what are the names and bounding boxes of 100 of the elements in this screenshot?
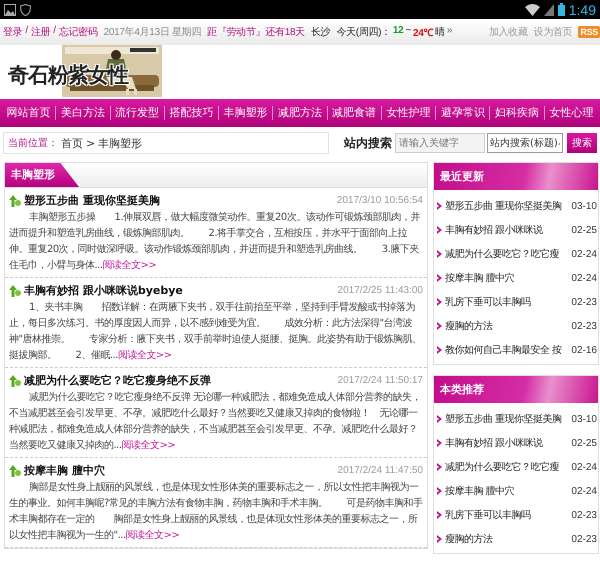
search-scope-select[interactable]: 站内搜索(标题): [487, 133, 563, 153]
chevron-icon: [437, 202, 442, 210]
weather-more-link[interactable]: »: [446, 25, 452, 39]
date-text: 2017年4月13日 星期四: [104, 26, 202, 39]
article-summary: 减肥为什么要吃它？吃它瘦身绝不反弹 无论哪一种减肥法，都难免造成人体部分营养的缺失，不当减肥甚至会引发早更、不孕。减肥吃什么最好？当然要吃又健康又掉肉的食物啦！ 无论哪一种减肥法，都难免造成人体部分营养的缺失，不当减肥甚至会引发早更、不孕。减肥吃什么最好？当然要吃又健康又掉肉的...阅读全文>>: [9, 390, 422, 453]
chevron-icon: [437, 463, 442, 471]
breadcrumb-separator: >: [86, 136, 96, 150]
high-temperature: 24℃: [412, 27, 434, 39]
chevron-icon: [437, 511, 442, 519]
article-title[interactable]: 塑形五步曲 重现你坚挺美胸: [24, 193, 160, 208]
separator: /: [25, 25, 28, 38]
nav-link[interactable]: 流行发型: [110, 106, 165, 120]
nav-link[interactable]: 美白方法: [56, 106, 111, 120]
nav-link[interactable]: 女性心理: [544, 106, 598, 120]
sidebar-article-link[interactable]: 乳房下垂可以丰胸吗: [445, 295, 530, 309]
chevron-icon: [437, 487, 442, 495]
up-arrow-icon: [9, 374, 21, 386]
search-field[interactable]: 请输入关键字: [395, 133, 485, 153]
nav-link[interactable]: 女性护理: [382, 106, 436, 120]
sidebar-article-link[interactable]: 按摩丰胸 膻中穴: [445, 484, 514, 498]
nav-link[interactable]: 丰胸塑形: [219, 106, 274, 120]
chevron-icon: [437, 298, 442, 306]
nav-link[interactable]: 网站首页: [2, 106, 56, 120]
article-title[interactable]: 减肥为什么要吃它？吃它瘦身绝不反弹: [24, 373, 211, 388]
article-summary: 胸部是女性身上靓丽的风景线，也是体现女性形体美的重要标志之一，所以女性把丰胸视为一生的事业。如何丰胸呢?常见的丰胸方法有食物丰胸，药物丰胸和手术丰胸。 可是药物丰胸和手术丰胸都存在一定的 胸部是女性身上靓丽的风景线，也是体现女性形体美的重要标志之一，所以女性把丰胸视为一生的"...阅读全文>>: [9, 480, 423, 543]
read-more-link[interactable]: 阅读全文>>: [118, 350, 172, 361]
sidebar-date: 02-24: [571, 486, 598, 496]
chevron-icon: [437, 322, 442, 330]
low-temperature: 12: [392, 25, 404, 38]
sidebar-article-link[interactable]: 丰胸有妙招 跟小咪咪说: [445, 436, 543, 450]
article-date: 2017/2/24 11:47:50: [338, 465, 423, 476]
wifi-icon: [524, 4, 540, 16]
nav-link[interactable]: 避孕常识: [436, 106, 490, 120]
sidebar-article-link[interactable]: 乳房下垂可以丰胸吗: [445, 508, 530, 522]
section-title: 丰胸塑形: [5, 163, 79, 187]
sidebar-date: 02-24: [571, 272, 598, 284]
sidebar-date: 02-25: [571, 438, 598, 448]
signal-icon: [544, 4, 554, 16]
sidebar-date: 02-23: [571, 296, 598, 308]
breadcrumb-label: 当前位置：: [8, 136, 58, 150]
sidebar-article-link[interactable]: 塑形五步曲 重现你坚挺美胸: [445, 412, 562, 426]
sidebar-date: 02-23: [571, 534, 598, 544]
shield-icon: [20, 4, 31, 16]
panel-title: 最近更新: [434, 163, 598, 190]
nav-link[interactable]: 减肥食谱: [328, 106, 382, 120]
search-button[interactable]: 搜索: [567, 133, 597, 153]
account-link[interactable]: 注册: [30, 25, 50, 39]
sidebar-article-link[interactable]: 减肥为什么要吃它？吃它瘦: [445, 460, 559, 474]
nav-link[interactable]: 搭配技巧: [164, 106, 220, 120]
sidebar-article-link[interactable]: 按摩丰胸 膻中穴: [445, 271, 514, 285]
sidebar-article-link[interactable]: 瘦胸的方法: [445, 532, 492, 546]
chevron-icon: [437, 439, 442, 447]
countdown-text: 距『劳动节』还有18天: [207, 26, 305, 39]
range-separator: ~: [405, 25, 411, 38]
clock-time: 1:49: [568, 2, 596, 18]
chevron-icon: [437, 346, 442, 354]
day-label: 今天(周四)：: [336, 26, 391, 39]
up-arrow-icon: [9, 194, 21, 206]
picture-icon: [4, 4, 16, 16]
nav-link[interactable]: 妇科疾病: [490, 106, 545, 120]
read-more-link[interactable]: 阅读全文>>: [102, 260, 156, 271]
chevron-icon: [437, 535, 442, 543]
battery-icon: [558, 3, 565, 16]
sidebar-article-link[interactable]: 塑形五步曲 重现你坚挺美胸: [445, 199, 562, 213]
account-link[interactable]: 忘记密码: [58, 25, 98, 39]
sidebar-article-link[interactable]: 瘦胸的方法: [445, 319, 492, 333]
article-title[interactable]: 按摩丰胸 膻中穴: [24, 463, 105, 478]
breadcrumb-link[interactable]: 丰胸塑形: [98, 136, 142, 150]
sidebar-date: 03-10: [571, 414, 598, 424]
separator: /: [53, 25, 56, 38]
chevron-icon: [437, 226, 442, 234]
article-title[interactable]: 丰胸有妙招 跟小咪咪说byebye: [24, 283, 183, 298]
article-date: 2017/3/10 10:56:54: [336, 195, 423, 206]
sidebar-date: 02-23: [571, 510, 598, 520]
sidebar-article-link[interactable]: 减肥为什么要吃它？吃它瘦: [445, 247, 559, 261]
sidebar-date: 02-25: [571, 224, 598, 236]
search-label: 站内搜索: [344, 134, 392, 152]
account-link[interactable]: 登录: [3, 25, 22, 39]
weather-condition: 晴: [435, 26, 445, 39]
sidebar-article-link[interactable]: 教你如何自己丰胸最安全 按: [445, 343, 562, 357]
sidebar-date: 02-16: [571, 344, 598, 356]
up-arrow-icon: [9, 284, 21, 296]
article-date: 2017/2/25 11:43:00: [338, 285, 423, 296]
up-arrow-icon: [9, 464, 21, 476]
article-summary: 丰胸塑形五步操 1.伸展双唇，做大幅度微笑动作。重复20次。该动作可锻炼颈部肌肉，并进而提升和塑造乳房曲线，锻炼胸部肌肉。 2.将手掌交合，互相按压，并水平于面部向上拉伸。重复20次，同时做深呼吸。该动作锻炼颈部肌肉，并进而提升和塑造乳房曲线。 3.腋下夹住毛巾，小臂与身体...阅读全文>>: [9, 210, 421, 273]
sidebar-date: 02-24: [571, 248, 598, 260]
sidebar-article-link[interactable]: 丰胸有妙招 跟小咪咪说: [445, 223, 543, 237]
panel-title: 本类推荐: [434, 376, 598, 403]
read-more-link[interactable]: 阅读全文>>: [126, 530, 180, 541]
breadcrumb-link[interactable]: 首页: [61, 136, 83, 150]
nav-link[interactable]: 减肥方法: [273, 106, 328, 120]
read-more-link[interactable]: 阅读全文>>: [122, 440, 176, 451]
city-name: 长沙: [310, 26, 330, 39]
article-date: 2017/2/24 11:50:17: [338, 375, 423, 386]
sidebar-date: 02-24: [571, 462, 598, 472]
sidebar-date: 02-23: [571, 320, 598, 332]
chevron-icon: [437, 274, 442, 282]
chevron-icon: [437, 250, 442, 258]
chevron-icon: [437, 415, 442, 423]
article-summary: 1、夹书丰胸 招数详解：在两腋下夹书，双手往前抬至平举，坚持到手臂发酸或书掉落为止，每日多次练习。书的厚度因人而异，以不感到难受为宜。 成效分析：此方法深得"台湾波神"唐林推崇。 专家分析：腋下夹书，双手前举时迫使人挺腰、挺胸。此姿势有助于锻炼胸肌、挺拔胸部。 2、催眠...阅读全文>>: [9, 300, 423, 363]
